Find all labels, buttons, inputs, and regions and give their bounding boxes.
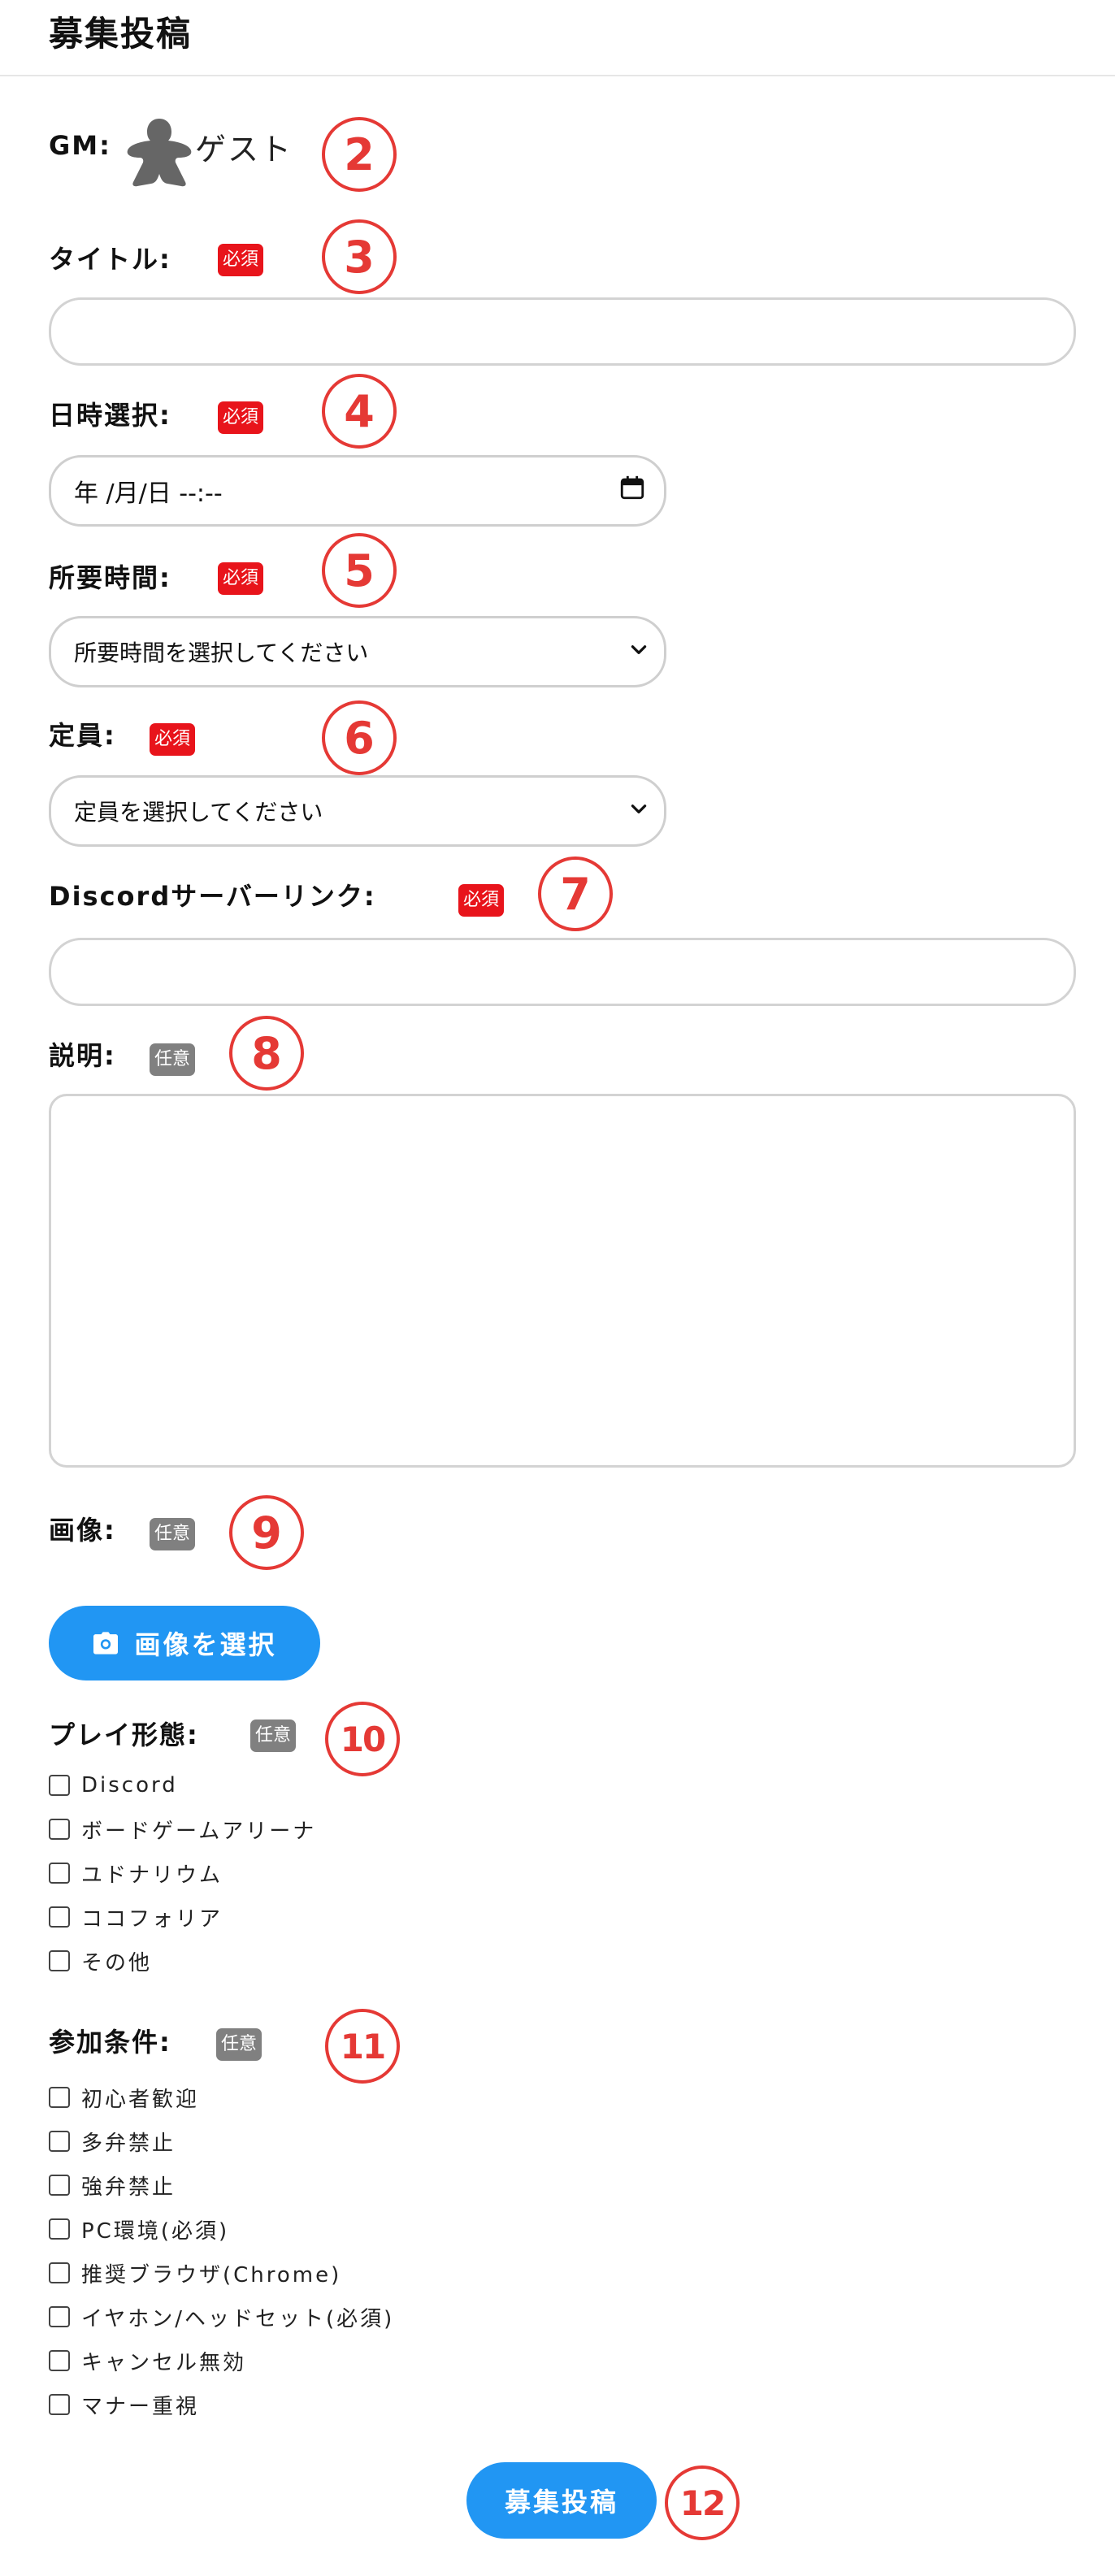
optional-badge: 任意	[250, 1720, 297, 1752]
gm-label: GM:	[49, 130, 111, 161]
checkbox[interactable]	[49, 2306, 70, 2327]
checkbox[interactable]	[49, 1950, 70, 1971]
capacity-selected: 定員を選択してください	[74, 799, 323, 826]
optional-badge: 任意	[150, 1043, 196, 1076]
chevron-down-icon	[628, 798, 649, 825]
required-badge: 必須	[150, 723, 196, 756]
callout-6: 6	[322, 700, 397, 775]
condition-option-talkative-forbidden[interactable]: 多弁禁止	[49, 2119, 699, 2163]
checkbox-label: ココフォリア	[81, 1906, 223, 1932]
optional-badge: 任意	[150, 1518, 196, 1550]
checkbox[interactable]	[49, 2350, 70, 2371]
checkbox-label: PC環境(必須)	[81, 2218, 230, 2244]
condition-option-no-cancellation[interactable]: キャンセル無効	[49, 2339, 699, 2383]
page-title: 募集投稿	[49, 14, 193, 54]
datetime-input[interactable]: 年 /月/日 --:--	[49, 455, 666, 527]
select-image-button[interactable]: 画像を選択	[49, 1606, 320, 1680]
duration-selected: 所要時間を選択してください	[74, 640, 369, 666]
description-textarea[interactable]	[49, 1094, 1076, 1468]
title-input[interactable]	[49, 297, 1076, 366]
required-badge: 必須	[218, 562, 264, 595]
meeple-avatar-icon	[122, 114, 197, 189]
submit-label: 募集投稿	[504, 2487, 618, 2517]
checkbox-label: 多弁禁止	[81, 2131, 176, 2156]
duration-label: 所要時間:	[49, 562, 171, 593]
optional-badge: 任意	[216, 2028, 262, 2061]
required-badge: 必須	[218, 244, 264, 276]
callout-5: 5	[322, 533, 397, 608]
discord-link-input[interactable]	[49, 938, 1076, 1006]
checkbox-label: 初心者歓迎	[81, 2087, 200, 2112]
select-image-label: 画像を選択	[134, 1629, 277, 1660]
required-badge: 必須	[458, 884, 505, 917]
checkbox-label: ユドナリウム	[81, 1863, 223, 1888]
checkbox-label: 推奨ブラウザ(Chrome)	[81, 2262, 342, 2288]
camera-icon	[92, 1631, 119, 1655]
condition-option-recommended-browser[interactable]: 推奨ブラウザ(Chrome)	[49, 2251, 699, 2295]
callout-11: 11	[325, 2009, 400, 2084]
checkbox[interactable]	[49, 2175, 70, 2196]
condition-option-pc-required[interactable]: PC環境(必須)	[49, 2207, 699, 2251]
gm-name: ゲスト	[195, 132, 293, 167]
condition-option-headset-required[interactable]: イヤホン/ヘッドセット(必須)	[49, 2295, 699, 2339]
checkbox[interactable]	[49, 1906, 70, 1928]
checkbox[interactable]	[49, 1775, 70, 1796]
checkbox-label: イヤホン/ヘッドセット(必須)	[81, 2306, 395, 2331]
title-label: タイトル:	[49, 244, 171, 275]
checkbox-label: Discord	[81, 1773, 178, 1798]
checkbox[interactable]	[49, 1819, 70, 1840]
conditions-list: 初心者歓迎 多弁禁止 強弁禁止 PC環境(必須) 推奨ブラウザ(Chrome) …	[49, 2075, 699, 2426]
play-style-label: プレイ形態:	[49, 1720, 199, 1750]
callout-12: 12	[665, 2465, 740, 2540]
callout-9: 9	[229, 1495, 304, 1570]
calendar-icon[interactable]	[618, 474, 646, 508]
discord-link-label: Discordサーバーリンク:	[49, 881, 376, 912]
checkbox-label: ボードゲームアリーナ	[81, 1819, 317, 1844]
condition-option-forceful-forbidden[interactable]: 強弁禁止	[49, 2163, 699, 2207]
callout-3: 3	[322, 219, 397, 294]
image-label: 画像:	[49, 1515, 116, 1546]
header-divider	[0, 75, 1115, 76]
checkbox[interactable]	[49, 2218, 70, 2240]
callout-7: 7	[538, 856, 613, 931]
capacity-label: 定員:	[49, 720, 116, 751]
submit-recruitment-button[interactable]: 募集投稿	[466, 2462, 657, 2539]
checkbox[interactable]	[49, 2131, 70, 2152]
checkbox-label: マナー重視	[81, 2394, 200, 2419]
play-style-option-cocofolia[interactable]: ココフォリア	[49, 1895, 618, 1939]
callout-8: 8	[229, 1016, 304, 1091]
condition-option-manners-emphasized[interactable]: マナー重視	[49, 2383, 699, 2426]
play-style-list: Discord ボードゲームアリーナ ユドナリウム ココフォリア その他	[49, 1763, 618, 1983]
datetime-label: 日時選択:	[49, 400, 171, 431]
duration-select[interactable]: 所要時間を選択してください	[49, 616, 666, 687]
capacity-select[interactable]: 定員を選択してください	[49, 775, 666, 847]
required-badge: 必須	[218, 401, 264, 434]
play-style-option-discord[interactable]: Discord	[49, 1763, 618, 1807]
play-style-option-udonarium[interactable]: ユドナリウム	[49, 1851, 618, 1895]
checkbox[interactable]	[49, 1863, 70, 1884]
checkbox[interactable]	[49, 2087, 70, 2108]
checkbox[interactable]	[49, 2262, 70, 2283]
play-style-option-board-game-arena[interactable]: ボードゲームアリーナ	[49, 1807, 618, 1851]
callout-2: 2	[322, 117, 397, 192]
checkbox-label: キャンセル無効	[81, 2350, 247, 2375]
checkbox[interactable]	[49, 2394, 70, 2415]
checkbox-label: 強弁禁止	[81, 2175, 176, 2200]
description-label: 説明:	[49, 1040, 116, 1071]
conditions-label: 参加条件:	[49, 2027, 171, 2058]
checkbox-label: その他	[81, 1950, 153, 1975]
callout-4: 4	[322, 374, 397, 449]
chevron-down-icon	[628, 639, 649, 666]
play-style-option-other[interactable]: その他	[49, 1939, 618, 1983]
datetime-value: 年 /月/日 --:--	[74, 479, 223, 508]
condition-option-beginners-welcome[interactable]: 初心者歓迎	[49, 2075, 699, 2119]
